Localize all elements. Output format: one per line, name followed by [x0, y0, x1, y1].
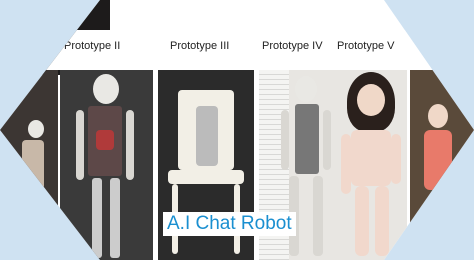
robot-head [28, 120, 44, 138]
robot-arm [281, 110, 289, 170]
prototype-2-image [60, 70, 153, 260]
caption: A.I Chat Robot [163, 212, 296, 236]
robot-arm [76, 110, 84, 180]
robot-skeleton [196, 106, 218, 166]
chair-seat [168, 170, 244, 184]
robot-arm [323, 110, 331, 170]
label-prototype-3: Prototype III [170, 40, 230, 52]
android-face [357, 84, 385, 116]
robot-torso [295, 104, 319, 174]
robot-arm [126, 110, 134, 180]
prototype-1-image [0, 70, 58, 260]
android-face [428, 104, 448, 128]
robot-head [93, 74, 119, 104]
prototype-6-image [410, 70, 474, 260]
android-arm [391, 134, 401, 184]
android-leg [355, 186, 369, 256]
android-clothing [424, 130, 452, 190]
robot-circuit [96, 130, 114, 150]
label-prototype-5: Prototype V [337, 40, 395, 52]
label-prototype-4: Prototype IV [262, 40, 323, 52]
robot-head [295, 76, 317, 102]
android-torso [351, 130, 391, 186]
robot-leg [313, 176, 323, 256]
label-prototype-2: Prototype II [64, 40, 121, 52]
android-leg [375, 186, 389, 256]
label-strip: Prototype II Prototype III Prototype IV … [0, 30, 474, 70]
robot-leg [92, 178, 102, 258]
android-arm [341, 134, 351, 194]
robot-body [22, 140, 44, 190]
slide-frame: Prototype II Prototype III Prototype IV … [0, 0, 474, 260]
robot-leg [110, 178, 120, 258]
